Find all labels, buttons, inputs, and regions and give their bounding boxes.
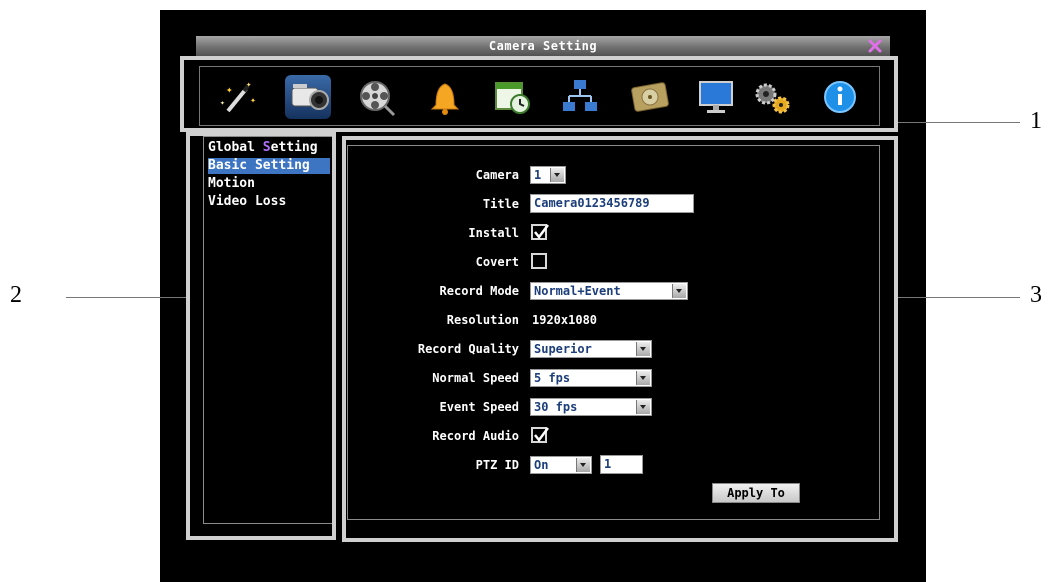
callout-line-1	[898, 122, 1020, 123]
callout-line-2	[66, 297, 186, 298]
close-icon[interactable]	[866, 37, 884, 55]
callout-line-3	[898, 297, 1020, 298]
callout-number-1: 1	[1030, 108, 1042, 134]
callout-frame-form	[342, 136, 898, 542]
window-title: Camera Setting	[488, 39, 598, 53]
callout-frame-toolbar	[180, 56, 898, 132]
callout-number-3: 3	[1030, 282, 1042, 308]
callout-frame-menu	[186, 132, 336, 540]
callout-number-2: 2	[10, 282, 22, 308]
window-title-bar: Camera Setting	[196, 36, 890, 57]
